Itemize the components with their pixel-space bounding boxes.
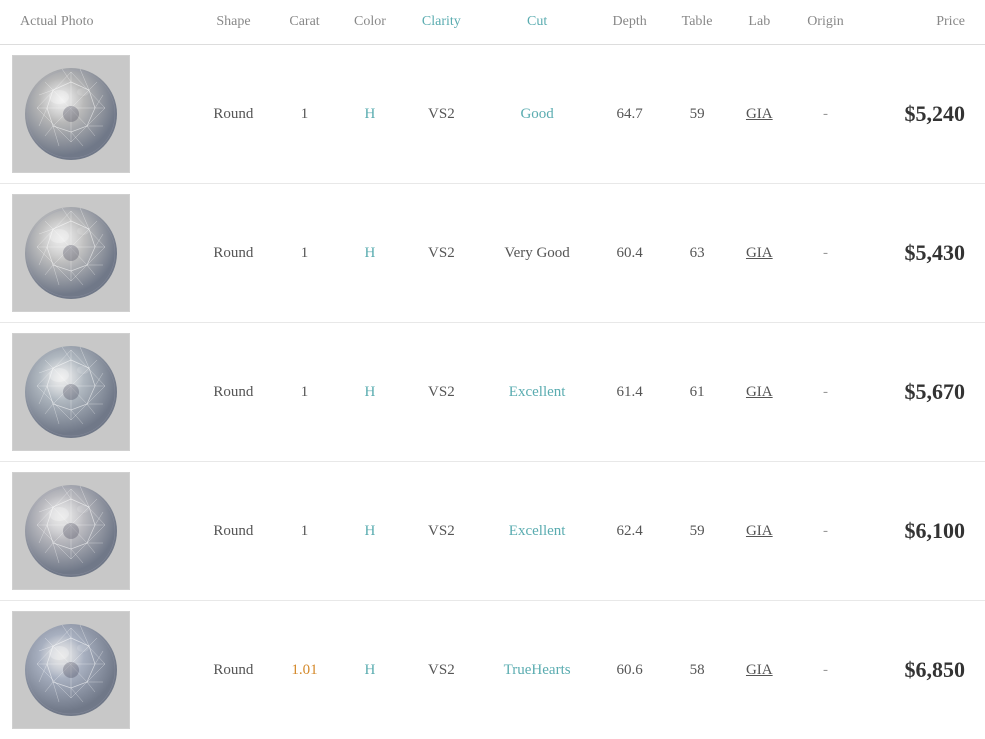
shape-cell: Round (195, 462, 273, 601)
col-header-table: Table (665, 0, 730, 45)
lab-cell[interactable]: GIA (730, 45, 789, 184)
lab-cell[interactable]: GIA (730, 323, 789, 462)
price-cell: $5,430 (862, 184, 985, 323)
origin-cell: - (789, 45, 862, 184)
origin-cell: - (789, 462, 862, 601)
cut-cell: Good (480, 45, 595, 184)
diamond-image (12, 55, 130, 173)
origin-cell: - (789, 184, 862, 323)
col-header-cut: Cut (480, 0, 595, 45)
col-header-shape: Shape (195, 0, 273, 45)
shape-cell: Round (195, 601, 273, 739)
col-header-carat: Carat (272, 0, 336, 45)
price-cell: $5,240 (862, 45, 985, 184)
col-header-origin: Origin (789, 0, 862, 45)
origin-cell: - (789, 601, 862, 739)
photo-cell (0, 184, 195, 323)
col-header-photo: Actual Photo (0, 0, 195, 45)
price-cell: $5,670 (862, 323, 985, 462)
lab-cell[interactable]: GIA (730, 184, 789, 323)
table-row: Round 1 H VS2 Excellent 62.4 59 GIA - $6… (0, 462, 985, 601)
diamond-image (12, 472, 130, 590)
table-row: Round 1 H VS2 Good 64.7 59 GIA - $5,240 (0, 45, 985, 184)
clarity-cell: VS2 (403, 601, 479, 739)
diamond-table: Actual Photo Shape Carat Color Clarity C… (0, 0, 985, 739)
table-row: Round 1.01 H VS2 TrueHearts 60.6 58 GIA … (0, 601, 985, 739)
depth-cell: 62.4 (595, 462, 665, 601)
diamond-image (12, 611, 130, 729)
carat-cell: 1 (272, 462, 336, 601)
table-cell: 59 (665, 45, 730, 184)
diamond-image (12, 333, 130, 451)
col-header-lab: Lab (730, 0, 789, 45)
color-cell: H (337, 184, 404, 323)
price-cell: $6,850 (862, 601, 985, 739)
depth-cell: 64.7 (595, 45, 665, 184)
table-row: Round 1 H VS2 Excellent 61.4 61 GIA - $5… (0, 323, 985, 462)
col-header-clarity: Clarity (403, 0, 479, 45)
table-cell: 63 (665, 184, 730, 323)
shape-cell: Round (195, 45, 273, 184)
col-header-price: Price (862, 0, 985, 45)
photo-cell (0, 601, 195, 739)
col-header-color: Color (337, 0, 404, 45)
cut-cell: Excellent (480, 323, 595, 462)
clarity-cell: VS2 (403, 184, 479, 323)
photo-cell (0, 323, 195, 462)
photo-cell (0, 462, 195, 601)
cut-cell: Very Good (480, 184, 595, 323)
carat-cell: 1 (272, 184, 336, 323)
clarity-cell: VS2 (403, 45, 479, 184)
table-cell: 61 (665, 323, 730, 462)
carat-cell: 1.01 (272, 601, 336, 739)
depth-cell: 60.4 (595, 184, 665, 323)
price-cell: $6,100 (862, 462, 985, 601)
table-header: Actual Photo Shape Carat Color Clarity C… (0, 0, 985, 45)
cut-cell: TrueHearts (480, 601, 595, 739)
lab-cell[interactable]: GIA (730, 462, 789, 601)
clarity-cell: VS2 (403, 323, 479, 462)
carat-cell: 1 (272, 323, 336, 462)
cut-cell: Excellent (480, 462, 595, 601)
carat-cell: 1 (272, 45, 336, 184)
table-cell: 58 (665, 601, 730, 739)
shape-cell: Round (195, 184, 273, 323)
diamond-image (12, 194, 130, 312)
color-cell: H (337, 45, 404, 184)
lab-cell[interactable]: GIA (730, 601, 789, 739)
shape-cell: Round (195, 323, 273, 462)
table-body: Round 1 H VS2 Good 64.7 59 GIA - $5,240 (0, 45, 985, 739)
color-cell: H (337, 462, 404, 601)
origin-cell: - (789, 323, 862, 462)
depth-cell: 61.4 (595, 323, 665, 462)
photo-cell (0, 45, 195, 184)
color-cell: H (337, 323, 404, 462)
col-header-depth: Depth (595, 0, 665, 45)
clarity-cell: VS2 (403, 462, 479, 601)
table-row: Round 1 H VS2 Very Good 60.4 63 GIA - $5… (0, 184, 985, 323)
depth-cell: 60.6 (595, 601, 665, 739)
table-cell: 59 (665, 462, 730, 601)
color-cell: H (337, 601, 404, 739)
